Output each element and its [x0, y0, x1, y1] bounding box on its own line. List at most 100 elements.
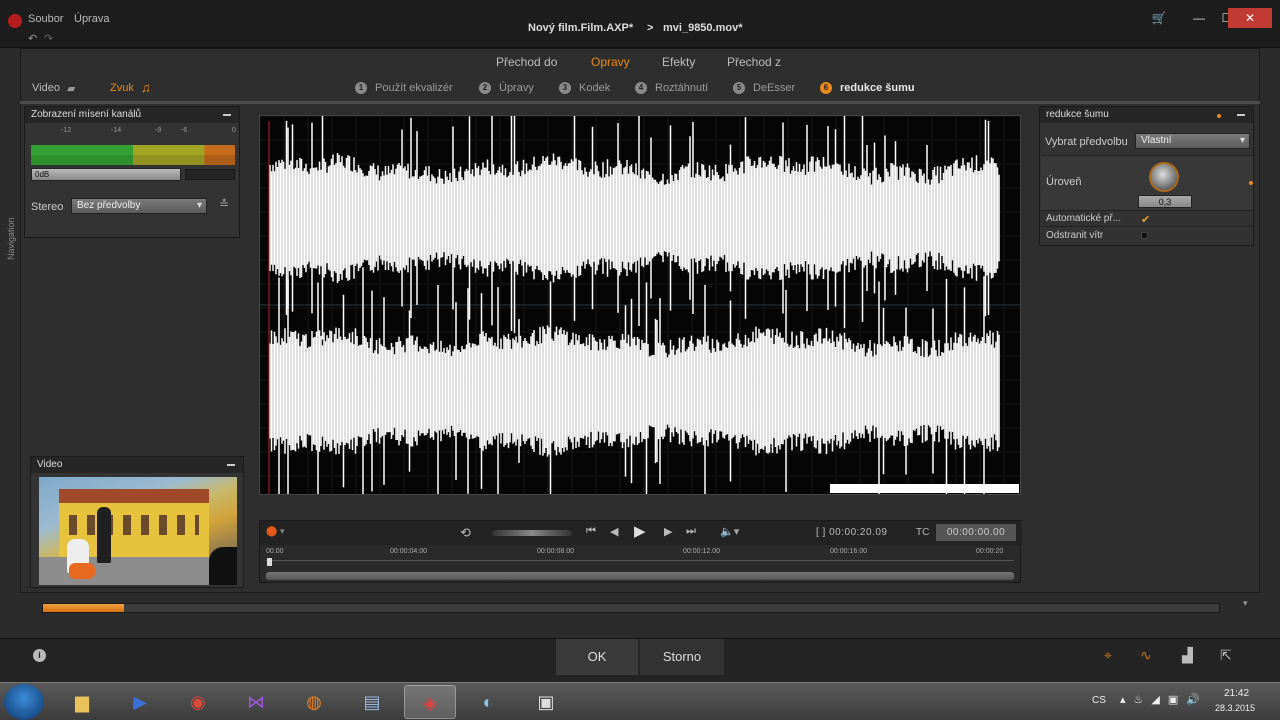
undo-icon[interactable]: ↶: [28, 32, 37, 45]
gain-slider-track[interactable]: [185, 169, 235, 180]
menu-soubor[interactable]: Soubor: [28, 13, 63, 25]
cart-icon[interactable]: 🛒: [1146, 8, 1172, 28]
step-label: DeEsser: [753, 82, 796, 94]
keyframe-dot-icon[interactable]: [1217, 114, 1221, 118]
wind-checkbox[interactable]: [1141, 232, 1148, 239]
panel-title: Video: [37, 459, 63, 470]
preset-label: Vybrat předvolbu: [1045, 136, 1128, 148]
target-icon[interactable]: ⌖: [1104, 647, 1112, 664]
language-indicator[interactable]: CS: [1092, 695, 1106, 706]
shuttle-slider[interactable]: [492, 530, 572, 536]
marker-icon[interactable]: ⬤: [266, 526, 277, 537]
ok-button[interactable]: OK: [556, 639, 638, 675]
system-tray-icons[interactable]: ▴♨◢▣🔊: [1120, 693, 1208, 706]
app-logo-icon: [8, 14, 22, 28]
step-back-icon[interactable]: ◀: [610, 525, 618, 538]
step-noise-reduction[interactable]: 6 redukce šumu: [820, 82, 915, 95]
zoom-range-bar[interactable]: [830, 484, 1019, 493]
cancel-button[interactable]: Storno: [640, 639, 724, 675]
step-stretch[interactable]: 4 Roztáhnutí: [635, 82, 709, 95]
waveform-svg: [260, 116, 1020, 494]
step-label: Roztáhnutí: [655, 82, 709, 94]
mixer-icon[interactable]: ≛: [219, 197, 229, 211]
noise-preset-select[interactable]: Vlastní: [1135, 133, 1250, 149]
step-codec[interactable]: 3 Kodek: [559, 82, 610, 95]
gain-slider[interactable]: 0dB: [31, 168, 181, 181]
histogram-icon[interactable]: ▟: [1182, 647, 1193, 664]
playhead[interactable]: [267, 558, 272, 566]
clock-time[interactable]: 21:42: [1224, 688, 1249, 699]
app-window: Soubor Úprava ↶ ↷ Nový film.Film.AXP* > …: [0, 0, 1280, 720]
navigation-label: Navigation: [6, 217, 16, 260]
ruler-label: 00:00:20: [976, 548, 1004, 555]
minimize-panel-icon[interactable]: [227, 464, 235, 466]
step-label: redukce šumu: [840, 82, 915, 94]
go-end-icon[interactable]: ⏭: [686, 525, 696, 538]
minimize-panel-icon[interactable]: [1237, 114, 1245, 116]
tab-prechod-z[interactable]: Přechod z: [727, 55, 781, 69]
start-button[interactable]: [4, 684, 44, 720]
info-icon[interactable]: i: [33, 649, 46, 662]
side-tab-video[interactable]: Video: [32, 82, 60, 94]
timecode-field[interactable]: 00:00:00.00: [936, 524, 1016, 541]
firefox-icon[interactable]: ◍: [288, 685, 340, 719]
panel-title: redukce šumu: [1046, 109, 1109, 120]
minimize-button[interactable]: —: [1186, 8, 1212, 28]
level-knob[interactable]: [1149, 162, 1179, 192]
step-equalizer[interactable]: 1 Použít ekvalizér: [355, 82, 453, 95]
level-value-field[interactable]: 0,3: [1138, 195, 1192, 208]
media-player-icon[interactable]: ▶: [114, 685, 166, 719]
meter-tick: 0: [232, 127, 236, 134]
audio-waveform[interactable]: [259, 115, 1021, 495]
play-icon[interactable]: ▶: [634, 522, 646, 540]
panel-header: Video: [31, 457, 243, 473]
volume-icon[interactable]: 🔈▾: [720, 525, 739, 538]
thumbnail-person: [209, 547, 237, 585]
export-icon[interactable]: ⇱: [1220, 647, 1232, 664]
loop-icon[interactable]: ⟲: [460, 525, 471, 541]
visual-studio-icon[interactable]: ⋈: [230, 685, 282, 719]
minimize-panel-icon[interactable]: [223, 114, 231, 116]
auto-row: Automatické př... ✔: [1041, 211, 1253, 227]
breadcrumb-separator: >: [647, 22, 654, 34]
close-button[interactable]: ✕: [1228, 8, 1272, 28]
auto-checkbox[interactable]: ✔: [1141, 213, 1150, 226]
timeline-scrollbar[interactable]: [266, 572, 1014, 580]
noise-reduction-panel: redukce šumu Vybrat předvolbu Vlastní Úr…: [1039, 106, 1254, 246]
render-progress-bar: [42, 603, 1220, 613]
pinnacle-icon[interactable]: ◈: [404, 685, 456, 719]
video-thumbnail: [39, 477, 237, 585]
waveform-icon[interactable]: ∿: [1140, 647, 1152, 664]
side-tab-audio[interactable]: Zvuk: [110, 82, 134, 94]
tab-prechod-do[interactable]: Přechod do: [496, 55, 557, 69]
remote-desktop-icon[interactable]: ▣: [520, 685, 572, 719]
step-deesser[interactable]: 5 DeEsser: [733, 82, 796, 95]
pin-icon[interactable]: ▾: [1243, 598, 1248, 609]
step-label: Úpravy: [499, 82, 534, 94]
right-channel-wave: [269, 267, 1000, 494]
paint-icon[interactable]: ◐: [462, 685, 514, 719]
level-row: Úroveň 0,3: [1041, 155, 1253, 211]
redo-icon[interactable]: ↷: [44, 32, 53, 45]
meter-tick: -12: [61, 127, 72, 134]
meter-tick: -9: [155, 127, 162, 134]
stereo-preset-select[interactable]: Bez předvolby: [71, 198, 207, 214]
chrome-icon[interactable]: ◉: [172, 685, 224, 719]
time-ruler[interactable]: [266, 560, 1014, 564]
notepad-icon[interactable]: ▤: [346, 685, 398, 719]
clock-date[interactable]: 28.3.2015: [1215, 703, 1255, 713]
explorer-icon[interactable]: ▆: [56, 685, 108, 719]
step-adjustments[interactable]: 2 Úpravy: [479, 82, 534, 95]
chevron-down-icon[interactable]: ▾: [280, 526, 285, 537]
tab-efekty[interactable]: Efekty: [662, 55, 695, 69]
level-label: Úroveň: [1046, 176, 1082, 188]
go-start-icon[interactable]: ⏮: [586, 525, 596, 538]
menu-uprava[interactable]: Úprava: [74, 13, 109, 25]
keyframe-dot-icon[interactable]: [1249, 181, 1253, 185]
channel-mixer-panel: Zobrazení mísení kanálů -12 -14 -9 -6 0 …: [24, 106, 240, 238]
navigation-handle[interactable]: Navigation: [6, 200, 18, 260]
tab-opravy[interactable]: Opravy: [591, 55, 630, 69]
level-meter-right: [31, 155, 235, 165]
step-forward-icon[interactable]: ▶: [664, 525, 672, 538]
step-number: 2: [479, 82, 491, 95]
